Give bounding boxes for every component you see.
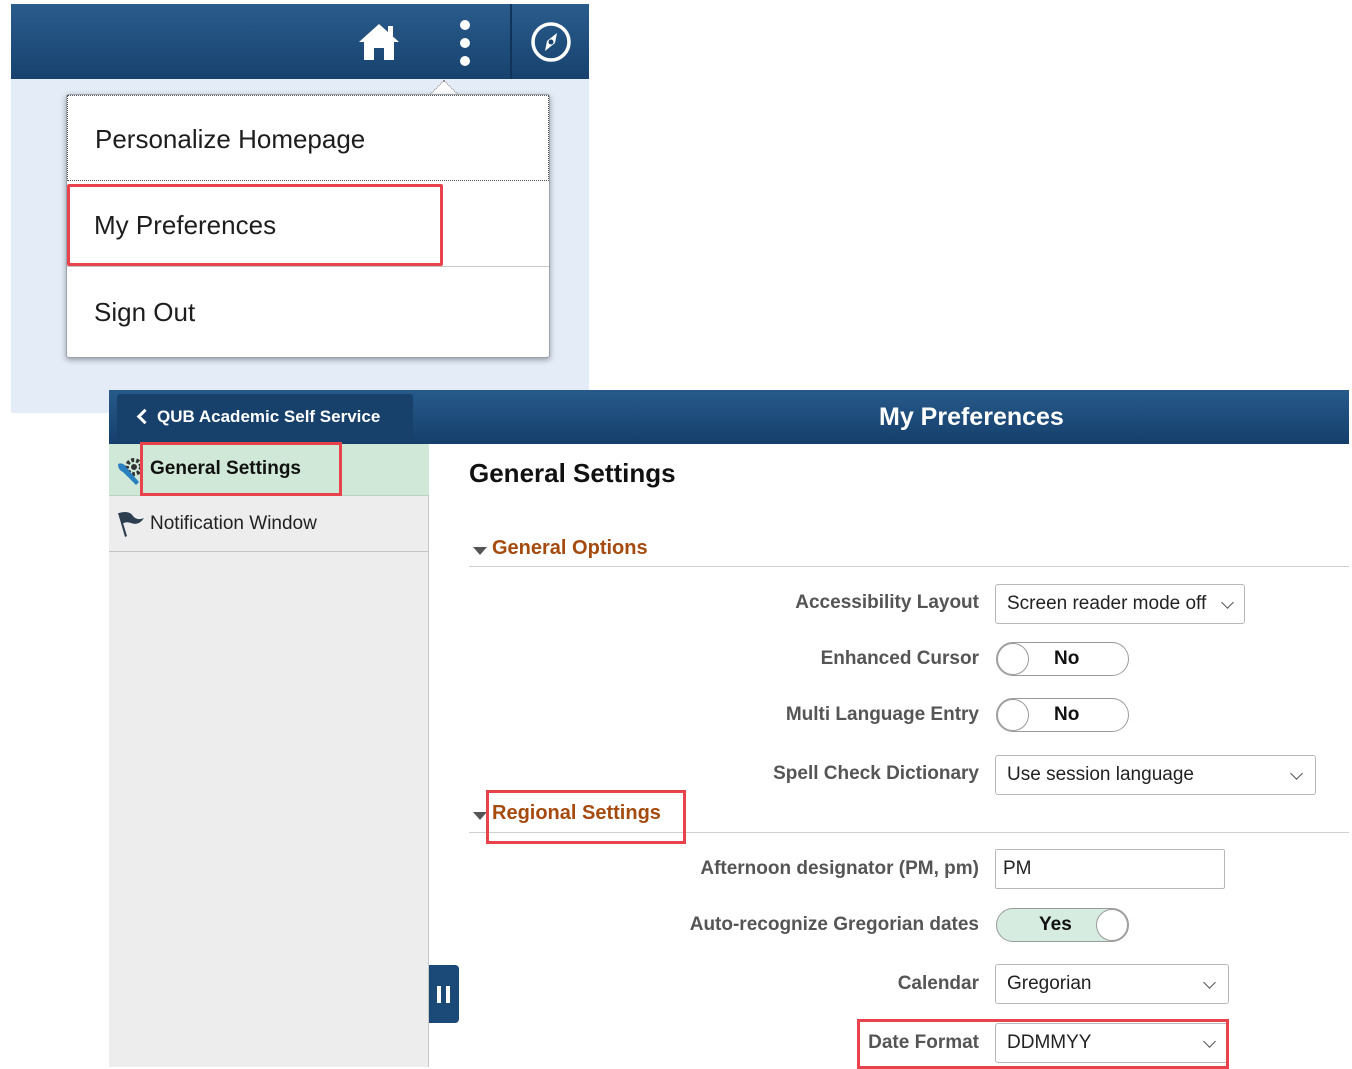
chevron-left-icon xyxy=(136,408,153,425)
menu-item-personalize-homepage[interactable]: Personalize Homepage xyxy=(67,95,549,181)
auto-recognize-gregorian-toggle[interactable]: Yes xyxy=(996,908,1129,942)
accessibility-layout-label: Accessibility Layout xyxy=(795,592,979,613)
toggle-knob xyxy=(997,699,1029,731)
home-icon[interactable] xyxy=(357,22,401,62)
flag-icon xyxy=(115,510,145,538)
multi-language-entry-toggle[interactable]: No xyxy=(996,698,1129,732)
left-panel: General Settings Notification Window xyxy=(109,444,429,1067)
collapse-panel-button[interactable] xyxy=(429,965,459,1023)
menu-item-sign-out[interactable]: Sign Out xyxy=(67,269,549,355)
page-title: My Preferences xyxy=(879,403,1064,431)
spell-check-dictionary-select[interactable]: Use session language xyxy=(995,755,1316,795)
auto-recognize-gregorian-value: Yes xyxy=(1039,914,1072,935)
calendar-label: Calendar xyxy=(897,973,979,994)
afternoon-designator-input[interactable]: PM xyxy=(995,849,1225,889)
page-header-bar: QUB Academic Self Service My Preferences xyxy=(109,390,1349,444)
highlight-box-regional-settings xyxy=(486,790,686,844)
auto-recognize-gregorian-label: Auto-recognize Gregorian dates xyxy=(689,914,979,935)
highlight-box-date-format xyxy=(857,1019,1229,1069)
chevron-down-icon xyxy=(1221,596,1234,609)
accessibility-layout-select[interactable]: Screen reader mode off xyxy=(995,584,1245,624)
calendar-select[interactable]: Gregorian xyxy=(995,964,1229,1004)
back-button-label: QUB Academic Self Service xyxy=(157,407,381,426)
spell-check-dictionary-label: Spell Check Dictionary xyxy=(773,763,979,784)
afternoon-designator-label: Afternoon designator (PM, pm) xyxy=(700,858,979,879)
multi-language-entry-label: Multi Language Entry xyxy=(785,704,979,725)
actions-menu-icon[interactable] xyxy=(451,18,479,68)
multi-language-entry-value: No xyxy=(1054,704,1080,725)
sidebar-item-notification-window[interactable]: Notification Window xyxy=(109,496,429,552)
header-divider xyxy=(510,4,512,79)
homepage-header-bar xyxy=(11,4,589,79)
navbar-compass-icon[interactable] xyxy=(528,20,574,64)
sidebar-item-label: Notification Window xyxy=(150,513,317,534)
enhanced-cursor-label: Enhanced Cursor xyxy=(820,648,979,669)
toggle-knob xyxy=(997,643,1029,675)
back-button[interactable]: QUB Academic Self Service xyxy=(117,394,413,440)
highlight-box-my-preferences xyxy=(67,184,443,266)
accessibility-layout-value: Screen reader mode off xyxy=(1007,593,1207,614)
toggle-knob xyxy=(1096,909,1128,941)
collapse-triangle-icon xyxy=(473,812,487,820)
enhanced-cursor-value: No xyxy=(1054,648,1080,669)
section-general-options[interactable]: General Options xyxy=(469,537,1349,567)
my-preferences-screenshot: QUB Academic Self Service My Preferences… xyxy=(109,390,1349,1069)
section-title: General Options xyxy=(492,537,648,559)
calendar-value: Gregorian xyxy=(1007,973,1092,994)
chevron-down-icon xyxy=(1203,976,1216,989)
chevron-down-icon xyxy=(1290,767,1303,780)
content-title: General Settings xyxy=(469,458,676,488)
collapse-triangle-icon xyxy=(473,547,487,555)
enhanced-cursor-toggle[interactable]: No xyxy=(996,642,1129,676)
highlight-box-general-settings xyxy=(140,442,342,496)
spell-check-dictionary-value: Use session language xyxy=(1007,764,1194,785)
actions-menu-screenshot: Personalize Homepage My Preferences Sign… xyxy=(11,4,589,413)
